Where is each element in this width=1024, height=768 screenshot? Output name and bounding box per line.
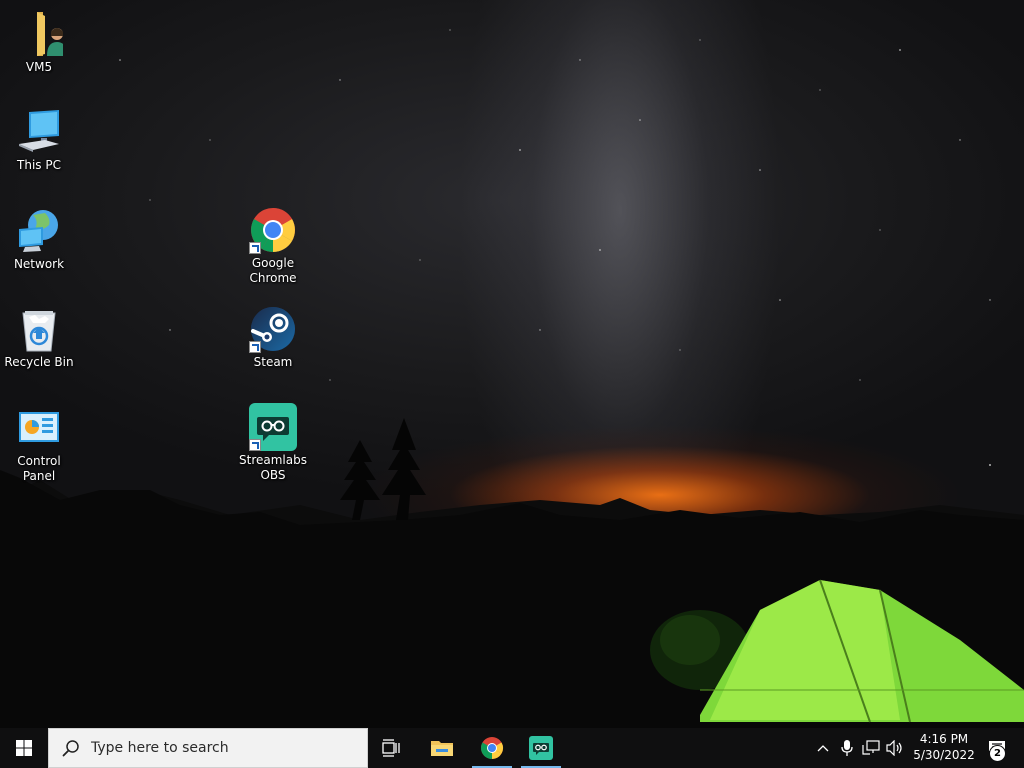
streamlabs-icon: [529, 736, 553, 760]
desktop-icon-label: Steam: [253, 355, 293, 369]
taskbar-search-box[interactable]: [48, 728, 368, 768]
desktop-icon-label: Network: [13, 257, 65, 271]
network-tray-button[interactable]: [860, 728, 882, 768]
user-folder-icon: [37, 12, 67, 56]
volume-tray-button[interactable]: [884, 728, 906, 768]
windows-logo-icon: [16, 740, 32, 756]
action-center-button[interactable]: 2: [980, 728, 1014, 768]
desktop-icon-google-chrome[interactable]: Google Chrome: [235, 206, 311, 286]
chevron-up-icon: [817, 745, 829, 752]
task-view-icon: [382, 739, 400, 757]
desktop-icon-label: Streamlabs OBS: [239, 453, 307, 482]
chrome-icon: [481, 737, 503, 759]
task-view-button[interactable]: [372, 728, 412, 768]
clock-time: 4:16 PM: [919, 732, 969, 746]
clock-date: 5/30/2022: [913, 748, 975, 762]
search-icon: [62, 740, 79, 757]
microphone-icon: [841, 740, 853, 756]
wallpaper-art: [0, 29, 1024, 728]
network-icon: [19, 210, 58, 252]
desktop-icon-network[interactable]: Network: [1, 207, 77, 272]
file-explorer-icon: [431, 741, 453, 756]
desktop-icon-vm5[interactable]: VM5: [1, 10, 77, 75]
taskbar-streamlabs-obs[interactable]: [521, 728, 561, 768]
recycle-bin-icon: [22, 311, 56, 352]
search-input[interactable]: [89, 739, 353, 757]
taskbar-clock[interactable]: 4:16 PM 5/30/2022: [908, 731, 980, 763]
shortcut-arrow-icon: [249, 242, 261, 254]
computer-icon: [19, 110, 59, 152]
ethernet-network-icon: [862, 740, 880, 755]
taskbar-google-chrome[interactable]: [472, 728, 512, 768]
taskbar: 4:16 PM 5/30/2022 2: [0, 728, 1024, 768]
desktop-icon-label: Google Chrome: [249, 256, 297, 285]
desktop-icon-label: This PC: [17, 158, 61, 172]
desktop-icon-label: Recycle Bin: [4, 355, 74, 369]
taskbar-file-explorer[interactable]: [422, 728, 462, 768]
microphone-tray-button[interactable]: [837, 728, 857, 768]
notification-count-badge: 2: [989, 745, 1006, 762]
shortcut-arrow-icon: [249, 341, 261, 353]
desktop-icon-streamlabs-obs[interactable]: Streamlabs OBS: [235, 403, 311, 483]
speaker-icon: [886, 740, 902, 756]
desktop-icon-this-pc[interactable]: This PC: [1, 108, 77, 173]
desktop-icon-label: Control Panel: [17, 454, 61, 483]
desktop-icon-control-panel[interactable]: Control Panel: [1, 404, 77, 484]
desktop-icon-recycle-bin[interactable]: Recycle Bin: [1, 305, 77, 370]
control-panel-icon: [19, 412, 59, 442]
start-button[interactable]: [0, 728, 48, 768]
desktop-icon-label: VM5: [25, 60, 53, 74]
desktop-wallpaper: [0, 0, 1024, 728]
show-hidden-icons-button[interactable]: [813, 728, 833, 768]
shortcut-arrow-icon: [249, 439, 261, 451]
desktop-icon-steam[interactable]: Steam: [235, 305, 311, 370]
